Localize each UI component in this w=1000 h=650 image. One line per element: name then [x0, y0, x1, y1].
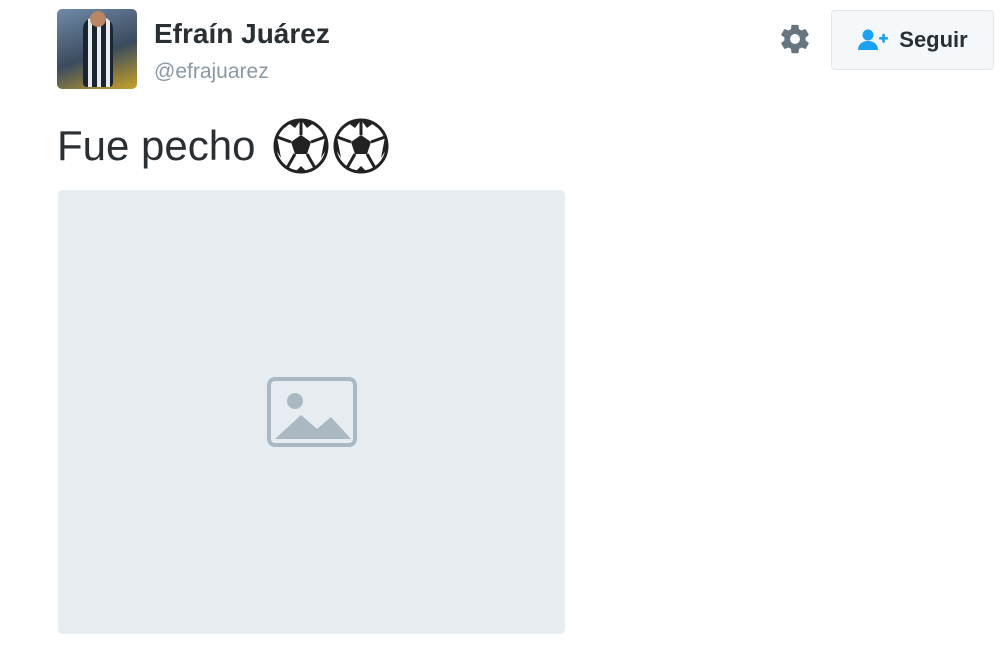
gear-icon[interactable] — [778, 22, 812, 56]
soccer-ball-icon — [333, 118, 389, 174]
tweet-text-content: Fue pecho — [57, 122, 256, 169]
user-handle[interactable]: @efrajuarez — [154, 60, 269, 84]
image-placeholder-icon — [266, 377, 357, 447]
avatar-figure — [83, 17, 113, 87]
soccer-ball-icon — [273, 118, 329, 174]
avatar-head — [90, 11, 106, 27]
tweet-media-image[interactable] — [58, 190, 565, 634]
add-user-icon — [858, 29, 889, 50]
tweet-text: Fue pecho — [57, 118, 389, 174]
avatar[interactable] — [57, 9, 137, 89]
display-name[interactable]: Efraín Juárez — [154, 18, 330, 50]
follow-button[interactable]: Seguir — [831, 10, 994, 70]
follow-label: Seguir — [899, 27, 968, 52]
